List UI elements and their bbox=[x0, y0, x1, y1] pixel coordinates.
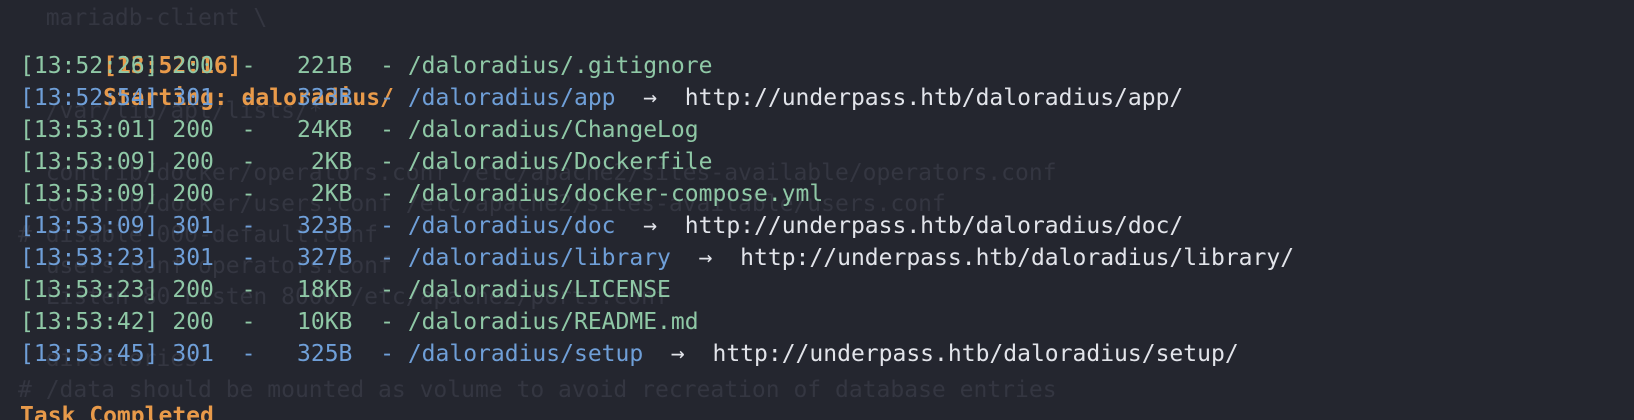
response-size: 24KB bbox=[255, 117, 353, 143]
result-line: [13:53:01] 200 - 24KB - /daloradius/Chan… bbox=[20, 114, 1294, 146]
result-line: [13:53:09] 301 - 323B - /daloradius/doc … bbox=[20, 210, 1294, 242]
result-timestamp: [13:53:09] bbox=[20, 213, 159, 239]
task-completed-text: Task Completed bbox=[20, 403, 214, 420]
separator-dash: - bbox=[227, 213, 256, 239]
separator-dash: - bbox=[380, 149, 394, 175]
response-size: 2KB bbox=[255, 149, 353, 175]
result-rows: [13:52:26] 200 - 221B - /daloradius/.git… bbox=[20, 50, 1294, 370]
status-code: 200 bbox=[172, 117, 214, 143]
result-path: /daloradius/ChangeLog bbox=[407, 117, 699, 143]
result-timestamp: [13:53:42] bbox=[20, 309, 159, 335]
status-code: 200 bbox=[172, 149, 214, 175]
result-timestamp: [13:53:45] bbox=[20, 341, 159, 367]
separator-dash: - bbox=[380, 309, 394, 335]
result-path: /daloradius/setup bbox=[407, 341, 644, 367]
result-line: [13:53:23] 301 - 327B - /daloradius/libr… bbox=[20, 242, 1294, 274]
separator-dash: - bbox=[227, 181, 256, 207]
scan-output: [13:52:16] Starting: daloradius/ [13:52:… bbox=[20, 18, 1294, 370]
result-path: /daloradius/library bbox=[407, 245, 671, 271]
status-code: 200 bbox=[172, 53, 214, 79]
response-size: 10KB bbox=[255, 309, 353, 335]
status-code: 301 bbox=[172, 213, 214, 239]
redirect-url: http://underpass.htb/daloradius/app/ bbox=[684, 85, 1184, 111]
result-path: /daloradius/.gitignore bbox=[407, 53, 713, 79]
separator-dash: - bbox=[380, 117, 394, 143]
result-path: /daloradius/app bbox=[407, 85, 616, 111]
separator-dash: - bbox=[380, 181, 394, 207]
redirect-arrow-icon: → bbox=[615, 85, 685, 111]
status-code: 301 bbox=[172, 85, 214, 111]
separator-dash: - bbox=[227, 309, 256, 335]
result-line: [13:52:54] 301 - 323B - /daloradius/app … bbox=[20, 82, 1294, 114]
response-size: 323B bbox=[255, 213, 353, 239]
redirect-url: http://underpass.htb/daloradius/doc/ bbox=[684, 213, 1184, 239]
separator-dash: - bbox=[227, 85, 256, 111]
terminal-window[interactable]: mariadb-client \ /var/lib/apt/lists/* co… bbox=[0, 0, 1634, 420]
separator-dash: - bbox=[380, 85, 394, 111]
response-size: 18KB bbox=[255, 277, 353, 303]
result-path: /daloradius/doc bbox=[407, 213, 616, 239]
redirect-arrow-icon: → bbox=[670, 245, 741, 271]
result-timestamp: [13:53:09] bbox=[20, 149, 159, 175]
separator-dash: - bbox=[227, 245, 256, 271]
result-line: [13:53:23] 200 - 18KB - /daloradius/LICE… bbox=[20, 274, 1294, 306]
result-line: [13:53:45] 301 - 325B - /daloradius/setu… bbox=[20, 338, 1294, 370]
result-line: [13:53:09] 200 - 2KB - /daloradius/Docke… bbox=[20, 146, 1294, 178]
result-line: [13:53:42] 200 - 10KB - /daloradius/READ… bbox=[20, 306, 1294, 338]
result-timestamp: [13:53:23] bbox=[20, 277, 159, 303]
response-size: 2KB bbox=[255, 181, 353, 207]
result-line: [13:52:26] 200 - 221B - /daloradius/.git… bbox=[20, 50, 1294, 82]
separator-dash: - bbox=[227, 341, 256, 367]
separator-dash: - bbox=[227, 277, 256, 303]
separator-dash: - bbox=[380, 277, 394, 303]
status-code: 301 bbox=[172, 341, 214, 367]
result-path: /daloradius/LICENSE bbox=[407, 277, 671, 303]
start-line: [13:52:16] Starting: daloradius/ bbox=[20, 18, 1294, 111]
separator-dash: - bbox=[227, 149, 256, 175]
result-timestamp: [13:53:09] bbox=[20, 181, 159, 207]
result-timestamp: [13:53:01] bbox=[20, 117, 159, 143]
response-size: 325B bbox=[255, 341, 353, 367]
redirect-arrow-icon: → bbox=[615, 213, 685, 239]
separator-dash: - bbox=[227, 117, 256, 143]
result-line: [13:53:09] 200 - 2KB - /daloradius/docke… bbox=[20, 178, 1294, 210]
status-code: 301 bbox=[172, 245, 214, 271]
redirect-url: http://underpass.htb/daloradius/setup/ bbox=[712, 341, 1239, 367]
separator-dash: - bbox=[380, 245, 394, 271]
response-size: 323B bbox=[255, 85, 353, 111]
result-path: /daloradius/Dockerfile bbox=[407, 149, 713, 175]
result-timestamp: [13:52:54] bbox=[20, 85, 159, 111]
separator-dash: - bbox=[380, 341, 394, 367]
result-timestamp: [13:53:23] bbox=[20, 245, 159, 271]
result-path: /daloradius/docker-compose.yml bbox=[407, 181, 824, 207]
status-code: 200 bbox=[172, 309, 214, 335]
redirect-arrow-icon: → bbox=[643, 341, 713, 367]
result-path: /daloradius/README.md bbox=[407, 309, 699, 335]
response-size: 221B bbox=[255, 53, 353, 79]
redirect-url: http://underpass.htb/daloradius/library/ bbox=[740, 245, 1295, 271]
separator-dash: - bbox=[227, 53, 256, 79]
separator-dash: - bbox=[380, 213, 394, 239]
status-code: 200 bbox=[172, 277, 214, 303]
response-size: 327B bbox=[255, 245, 353, 271]
result-timestamp: [13:52:26] bbox=[20, 53, 159, 79]
status-code: 200 bbox=[172, 181, 214, 207]
separator-dash: - bbox=[380, 53, 394, 79]
